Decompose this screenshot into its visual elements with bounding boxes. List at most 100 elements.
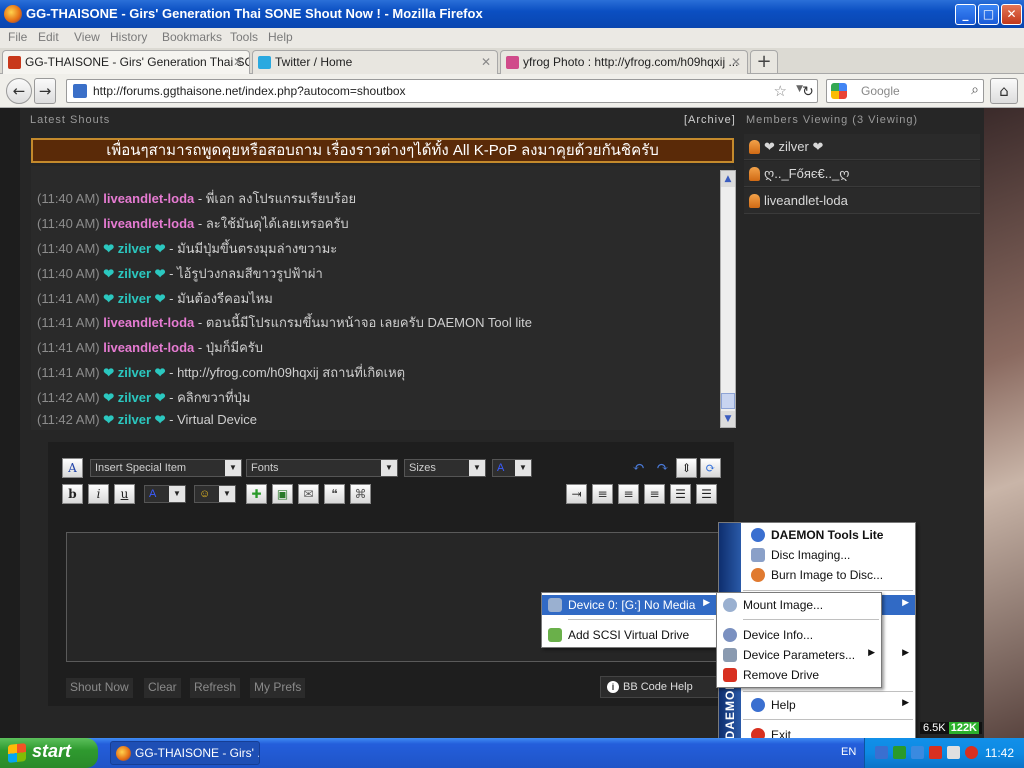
numbered-list-icon[interactable]: ☰ <box>670 484 691 504</box>
help-item[interactable]: Help ▶ <box>719 695 915 715</box>
language-indicator[interactable]: EN <box>841 746 856 758</box>
underline-button[interactable]: u <box>114 484 135 504</box>
switch-editor-icon[interactable]: ⟳ <box>700 458 721 478</box>
tab-close-icon[interactable]: ✕ <box>233 55 243 69</box>
text-color-select[interactable]: A ▼ <box>144 485 186 503</box>
taskbar-firefox-item[interactable]: GG-THAISONE - Girs' ... <box>110 741 260 765</box>
member-item[interactable]: ❤ zilver ❤ <box>744 134 980 160</box>
google-icon[interactable] <box>831 83 847 99</box>
new-tab-button[interactable]: + <box>750 50 778 74</box>
volume-icon[interactable] <box>947 746 960 759</box>
menu-separator <box>743 619 879 620</box>
burn-image-item[interactable]: Burn Image to Disc... <box>719 565 915 585</box>
bookmark-star-icon[interactable]: ☆ <box>774 82 787 100</box>
shout-user[interactable]: ❤ zilver ❤ <box>103 412 165 427</box>
bbcode-help-button[interactable]: i BB Code Help <box>600 676 722 698</box>
member-item[interactable]: liveandlet-loda <box>744 188 980 214</box>
emoticon-select[interactable]: ☺ ▼ <box>194 485 236 503</box>
remove-drive-item[interactable]: Remove Drive <box>717 665 881 685</box>
tab-twitter[interactable]: Twitter / Home ✕ <box>252 50 498 74</box>
tray-app-icon[interactable] <box>893 746 906 759</box>
shoutbox-scrollbar[interactable]: ▲ ▼ <box>720 170 736 428</box>
font-style-icon[interactable]: A <box>62 458 83 478</box>
bullet-list-icon[interactable]: ☰ <box>696 484 717 504</box>
shout-user[interactable]: ❤ zilver ❤ <box>103 241 165 256</box>
ati-tray-icon[interactable] <box>929 746 942 759</box>
shout-item: (11:40 AM) liveandlet-loda - พี่เอก ลงโป… <box>37 191 357 206</box>
shout-user[interactable]: ❤ zilver ❤ <box>103 291 165 306</box>
chevron-down-icon: ▼ <box>225 460 241 476</box>
shout-user[interactable]: ❤ zilver ❤ <box>103 266 165 281</box>
disc-imaging-item[interactable]: Disc Imaging... <box>719 545 915 565</box>
submenu-arrow-icon: ▶ <box>902 647 909 657</box>
menu-tools[interactable]: Tools <box>230 30 258 44</box>
insert-link-icon[interactable]: ✚ <box>246 484 267 504</box>
insert-email-icon[interactable]: ✉ <box>298 484 319 504</box>
menu-file[interactable]: File <box>8 30 27 44</box>
device-parameters-item[interactable]: Device Parameters... ▶ <box>717 645 881 665</box>
shoutbox-list: (11:40 AM) liveandlet-loda - พี่เอก ลงโป… <box>31 166 734 430</box>
menu-help[interactable]: Help <box>268 30 293 44</box>
maximize-button[interactable]: □ <box>978 4 999 25</box>
shout-user[interactable]: ❤ zilver ❤ <box>103 390 165 405</box>
italic-button[interactable]: i <box>88 484 109 504</box>
tab-close-icon[interactable]: ✕ <box>481 55 491 69</box>
search-box[interactable]: Google ⌕ <box>826 79 984 103</box>
back-button[interactable]: ← <box>6 78 32 104</box>
resize-icon[interactable]: ⇕ <box>676 458 697 478</box>
shout-now-button[interactable]: Shout Now <box>66 678 133 698</box>
tab-gg-thaisone[interactable]: GG-THAISONE - Girs' Generation Thai SO..… <box>2 50 250 74</box>
search-icon[interactable]: ⌕ <box>971 82 979 98</box>
shout-user[interactable]: liveandlet-loda <box>103 340 194 355</box>
refresh-button[interactable]: Refresh <box>190 678 241 698</box>
scroll-thumb[interactable] <box>721 393 735 409</box>
my-prefs-button[interactable]: My Prefs <box>250 678 306 698</box>
tab-yfrog[interactable]: yfrog Photo : http://yfrog.com/h09hqxij … <box>500 50 748 74</box>
insert-image-icon[interactable]: ▣ <box>272 484 293 504</box>
scroll-up-icon[interactable]: ▲ <box>721 171 735 187</box>
member-item[interactable]: ღ.._Főяє€.._ღ <box>744 161 980 187</box>
shout-user[interactable]: liveandlet-loda <box>103 216 194 231</box>
minimize-button[interactable]: _ <box>955 4 976 25</box>
tab-close-icon[interactable]: ✕ <box>731 55 741 69</box>
archive-link[interactable]: [Archive] <box>684 114 736 126</box>
device-info-item[interactable]: Device Info... <box>717 625 881 645</box>
url-bar[interactable]: http://forums.ggthaisone.net/index.php?a… <box>66 79 818 103</box>
special-item-select[interactable]: Insert Special Item ▼ <box>90 459 242 477</box>
device-0-item[interactable]: Device 0: [G:] No Media ▶ <box>542 595 716 615</box>
menu-bookmarks[interactable]: Bookmarks <box>162 30 222 44</box>
taskbar: start GG-THAISONE - Girs' ... EN 11:42 <box>0 738 1024 768</box>
undo-icon[interactable]: ↶ <box>628 458 649 478</box>
daemon-title[interactable]: DAEMON Tools Lite <box>719 525 915 545</box>
start-button[interactable]: start <box>0 738 98 768</box>
shout-user[interactable]: liveandlet-loda <box>103 315 194 330</box>
menu-edit[interactable]: Edit <box>38 30 59 44</box>
align-center-icon[interactable]: ≡ <box>618 484 639 504</box>
security-tray-icon[interactable] <box>965 746 978 759</box>
font-select[interactable]: Fonts ▼ <box>246 459 398 477</box>
font-color-select[interactable]: A ▼ <box>492 459 532 477</box>
clear-button[interactable]: Clear <box>144 678 181 698</box>
reload-button[interactable]: ↻ <box>798 80 818 102</box>
mount-image-item[interactable]: Mount Image... <box>717 595 881 615</box>
shout-user[interactable]: liveandlet-loda <box>103 191 194 206</box>
indent-icon[interactable]: ⇥ <box>566 484 587 504</box>
home-button[interactable]: ⌂ <box>990 78 1018 104</box>
tray-app-icon[interactable] <box>911 746 924 759</box>
daemon-tray-icon[interactable] <box>875 746 888 759</box>
insert-quote-icon[interactable]: ❝ <box>324 484 345 504</box>
align-right-icon[interactable]: ≡ <box>644 484 665 504</box>
insert-code-icon[interactable]: ⌘ <box>350 484 371 504</box>
menu-history[interactable]: History <box>110 30 147 44</box>
size-select[interactable]: Sizes ▼ <box>404 459 486 477</box>
close-button[interactable]: ✕ <box>1001 4 1022 25</box>
menu-view[interactable]: View <box>74 30 100 44</box>
align-left-icon[interactable]: ≡ <box>592 484 613 504</box>
redo-icon[interactable]: ↷ <box>652 458 673 478</box>
forward-button[interactable]: → <box>34 78 56 104</box>
shout-user[interactable]: ❤ zilver ❤ <box>103 365 165 380</box>
bold-button[interactable]: b <box>62 484 83 504</box>
site-identity-icon[interactable] <box>73 84 87 98</box>
add-scsi-drive-item[interactable]: Add SCSI Virtual Drive <box>542 625 716 645</box>
scroll-down-icon[interactable]: ▼ <box>721 411 735 427</box>
